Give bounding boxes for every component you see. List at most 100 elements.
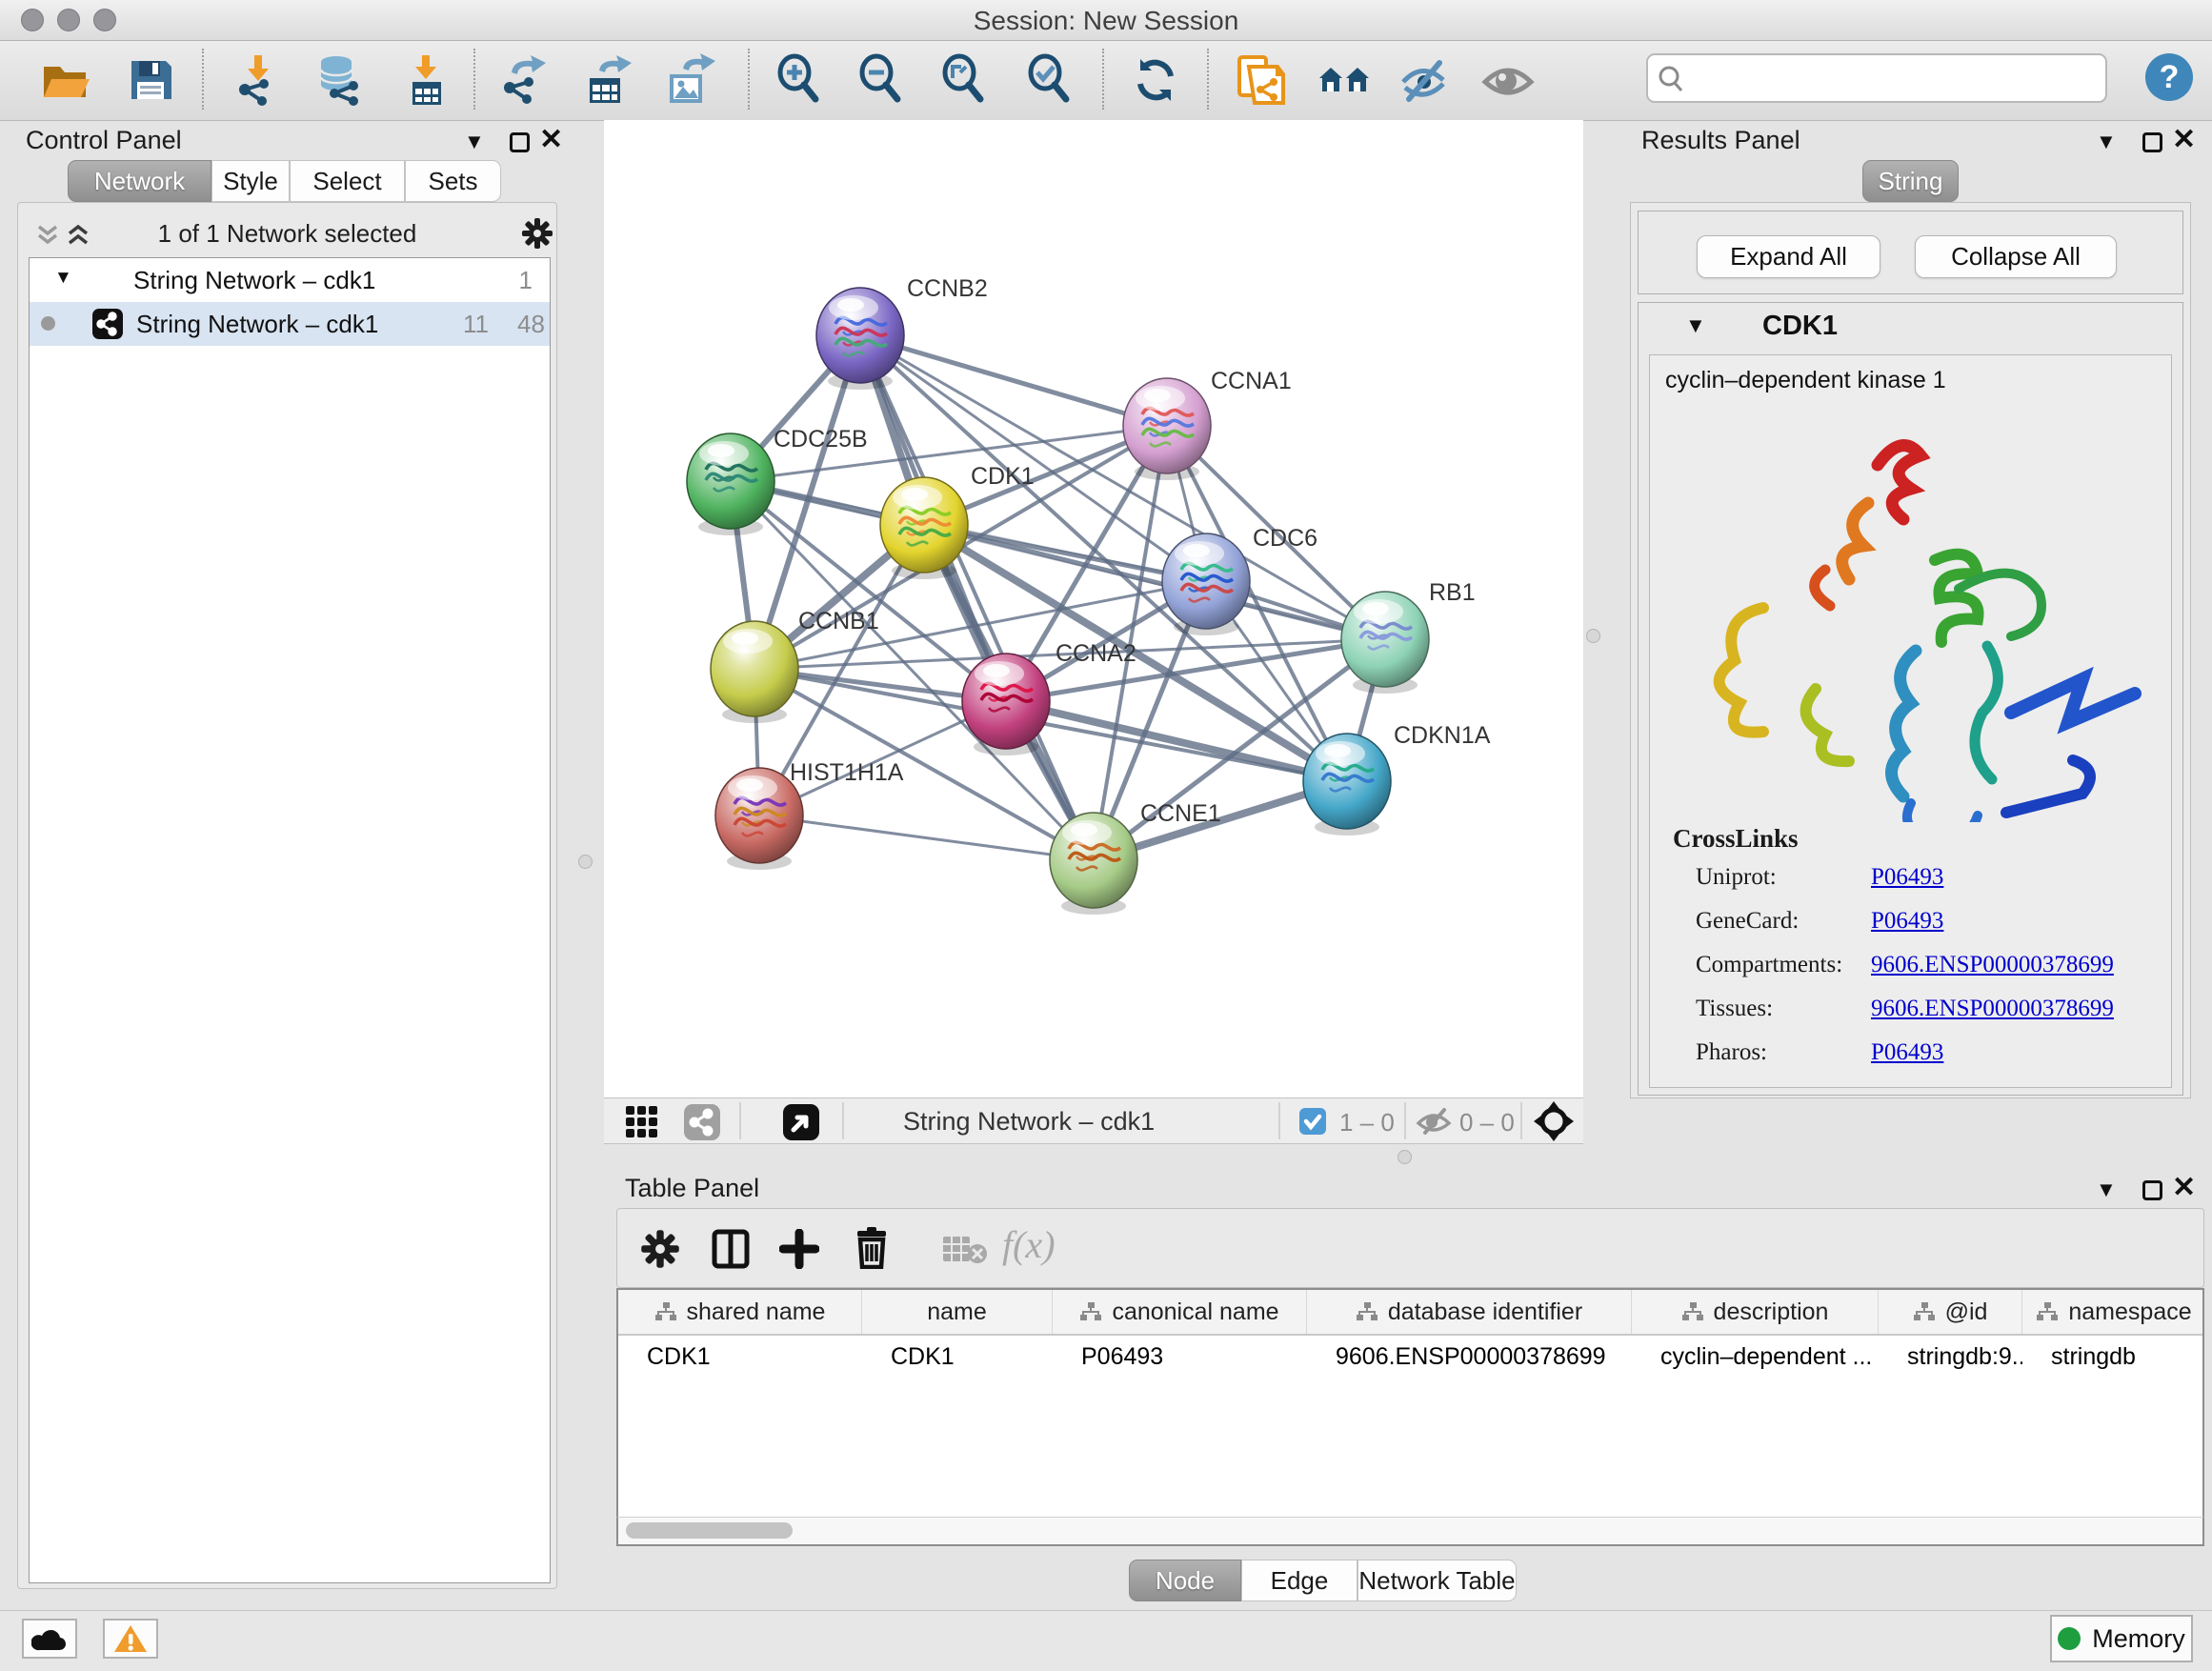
column-header-description[interactable]: description xyxy=(1632,1290,1879,1334)
export-network-icon[interactable] xyxy=(498,53,552,107)
hidden-eye-slash-icon[interactable] xyxy=(1416,1107,1452,1136)
zoom-selected-icon[interactable] xyxy=(1024,53,1077,107)
create-column-icon[interactable] xyxy=(779,1229,819,1269)
import-table-icon[interactable] xyxy=(399,53,452,107)
tab-edge-table[interactable]: Edge Table xyxy=(1241,1560,1357,1601)
crosslink-link[interactable]: 9606.ENSP00000378699 xyxy=(1871,952,2114,977)
node-CDK1[interactable]: CDK1 xyxy=(880,463,1035,579)
crosslink-link[interactable]: P06493 xyxy=(1871,1039,1943,1065)
network-collection-row[interactable]: ▼ String Network – cdk1 1 xyxy=(30,258,550,302)
show-eye-icon[interactable] xyxy=(1481,53,1535,107)
table-cell[interactable]: 9606.ENSP00000378699 xyxy=(1307,1336,1632,1378)
network-canvas[interactable]: CCNB2CCNA1CDC25BCDK1CDC6RB1CCNB1CCNA2CDK… xyxy=(604,120,1583,1097)
save-session-icon[interactable] xyxy=(124,53,177,107)
import-network-icon[interactable] xyxy=(231,53,285,107)
table-cell[interactable]: CDK1 xyxy=(862,1336,1053,1378)
node-label-RB1: RB1 xyxy=(1429,579,1476,606)
warnings-button[interactable] xyxy=(103,1619,158,1659)
network-row[interactable]: String Network – cdk1 11 48 xyxy=(30,302,550,346)
copy-network-icon[interactable] xyxy=(1234,53,1287,107)
splitter-grip[interactable] xyxy=(578,855,593,869)
zoom-fit-icon[interactable] xyxy=(938,53,992,107)
fit-selection-crosshair-icon[interactable] xyxy=(1534,1101,1574,1141)
node-table[interactable]: shared namenamecanonical namedatabase id… xyxy=(616,1288,2204,1517)
gene-entry-expand-icon[interactable]: ▼ xyxy=(1685,313,1706,338)
crosslink-link[interactable]: 9606.ENSP00000378699 xyxy=(1871,996,2114,1021)
column-header-canonical-name[interactable]: canonical name xyxy=(1053,1290,1307,1334)
tab-network-table[interactable]: Network Table xyxy=(1357,1560,1517,1601)
string-network-badge-icon[interactable] xyxy=(684,1104,720,1140)
node-RB1[interactable]: RB1 xyxy=(1341,579,1476,694)
tab-string[interactable]: String xyxy=(1862,160,1959,202)
table-cell[interactable]: stringdb:9... xyxy=(1879,1336,2022,1378)
zoom-out-icon[interactable] xyxy=(855,53,909,107)
birdseye-grid-icon[interactable] xyxy=(625,1105,659,1139)
edge-CCNB2-CCNA1[interactable] xyxy=(860,335,1167,426)
hide-selection-icon[interactable] xyxy=(1398,53,1451,107)
selected-checkbox-icon[interactable] xyxy=(1299,1108,1326,1135)
tab-select[interactable]: Select xyxy=(290,160,405,202)
export-image-icon[interactable] xyxy=(662,53,715,107)
column-header--id[interactable]: @id xyxy=(1879,1290,2022,1334)
splitter-grip[interactable] xyxy=(1398,1150,1412,1164)
column-header-name[interactable]: name xyxy=(862,1290,1053,1334)
crosslink-link[interactable]: P06493 xyxy=(1871,864,1943,890)
table-cell[interactable]: cyclin–dependent ... xyxy=(1632,1336,1879,1378)
open-session-icon[interactable] xyxy=(38,53,91,107)
tab-sets[interactable]: Sets xyxy=(405,160,501,202)
show-columns-icon[interactable] xyxy=(711,1229,751,1269)
selected-nodes-edges: 1 – 0 xyxy=(1339,1108,1395,1137)
table-options-gear-icon[interactable] xyxy=(640,1229,680,1269)
table-cell[interactable]: CDK1 xyxy=(618,1336,862,1378)
collapse-all-button[interactable]: Collapse All xyxy=(1915,235,2117,278)
table-cell[interactable]: stringdb xyxy=(2022,1336,2204,1378)
open-in-string-icon[interactable] xyxy=(783,1104,819,1140)
results-panel-float-icon[interactable] xyxy=(2142,132,2162,152)
main-toolbar: ? xyxy=(0,41,2212,121)
node-CCNE1[interactable]: CCNE1 xyxy=(1050,800,1221,915)
crosslink-row: GeneCard:P06493 xyxy=(1696,908,1943,935)
network-options-gear-icon[interactable] xyxy=(521,217,553,250)
table-h-scrollbar[interactable] xyxy=(616,1517,2204,1546)
tab-node-table[interactable]: Node Table xyxy=(1129,1560,1241,1601)
crosslinks-title: CrossLinks xyxy=(1673,824,1799,854)
scrollbar-thumb[interactable] xyxy=(626,1522,793,1539)
delete-column-trash-icon[interactable] xyxy=(852,1227,892,1269)
warning-icon xyxy=(113,1624,148,1653)
expand-all-button[interactable]: Expand All xyxy=(1697,235,1880,278)
column-header-database-identifier[interactable]: database identifier xyxy=(1307,1290,1632,1334)
search-input[interactable] xyxy=(1692,63,2105,94)
control-panel-close-icon[interactable]: ✕ xyxy=(539,128,563,152)
search-icon xyxy=(1648,62,1692,94)
toolbar-divider xyxy=(1404,1102,1406,1139)
table-panel-float-icon[interactable] xyxy=(2142,1180,2162,1200)
cloud-button[interactable] xyxy=(22,1619,77,1659)
table-panel-menu-icon[interactable]: ▼ xyxy=(2096,1178,2117,1202)
column-header-shared-name[interactable]: shared name xyxy=(618,1290,862,1334)
node-HIST1H1A[interactable]: HIST1H1A xyxy=(715,759,904,870)
splitter-grip[interactable] xyxy=(1586,629,1600,643)
node-CDKN1A[interactable]: CDKN1A xyxy=(1303,722,1491,836)
help-button[interactable]: ? xyxy=(2145,53,2193,101)
table-row[interactable]: CDK1CDK1P064939606.ENSP00000378699cyclin… xyxy=(618,1336,2202,1378)
control-panel-menu-icon[interactable]: ▼ xyxy=(464,130,485,154)
memory-button[interactable]: Memory xyxy=(2050,1615,2193,1662)
collection-expand-icon[interactable]: ▼ xyxy=(54,268,72,289)
zoom-in-icon[interactable] xyxy=(774,53,827,107)
import-network-database-icon[interactable] xyxy=(313,53,367,107)
edge-HIST1H1A-CCNE1[interactable] xyxy=(759,815,1094,860)
table-panel-close-icon[interactable]: ✕ xyxy=(2172,1176,2196,1200)
results-panel-menu-icon[interactable]: ▼ xyxy=(2096,130,2117,154)
show-all-networks-icon[interactable] xyxy=(1317,53,1371,107)
crosslink-link[interactable]: P06493 xyxy=(1871,908,1943,934)
export-table-icon[interactable] xyxy=(580,53,633,107)
edge-CCNA2-CDKN1A[interactable] xyxy=(1006,701,1347,781)
control-panel-float-icon[interactable] xyxy=(510,132,530,152)
crosslink-row: Uniprot:P06493 xyxy=(1696,864,1943,891)
table-cell[interactable]: P06493 xyxy=(1053,1336,1307,1378)
column-header-namespace[interactable]: namespace xyxy=(2022,1290,2204,1334)
results-panel-close-icon[interactable]: ✕ xyxy=(2172,128,2196,152)
refresh-icon[interactable] xyxy=(1129,53,1182,107)
tab-style[interactable]: Style xyxy=(211,160,290,202)
tab-network[interactable]: Network xyxy=(68,160,211,202)
